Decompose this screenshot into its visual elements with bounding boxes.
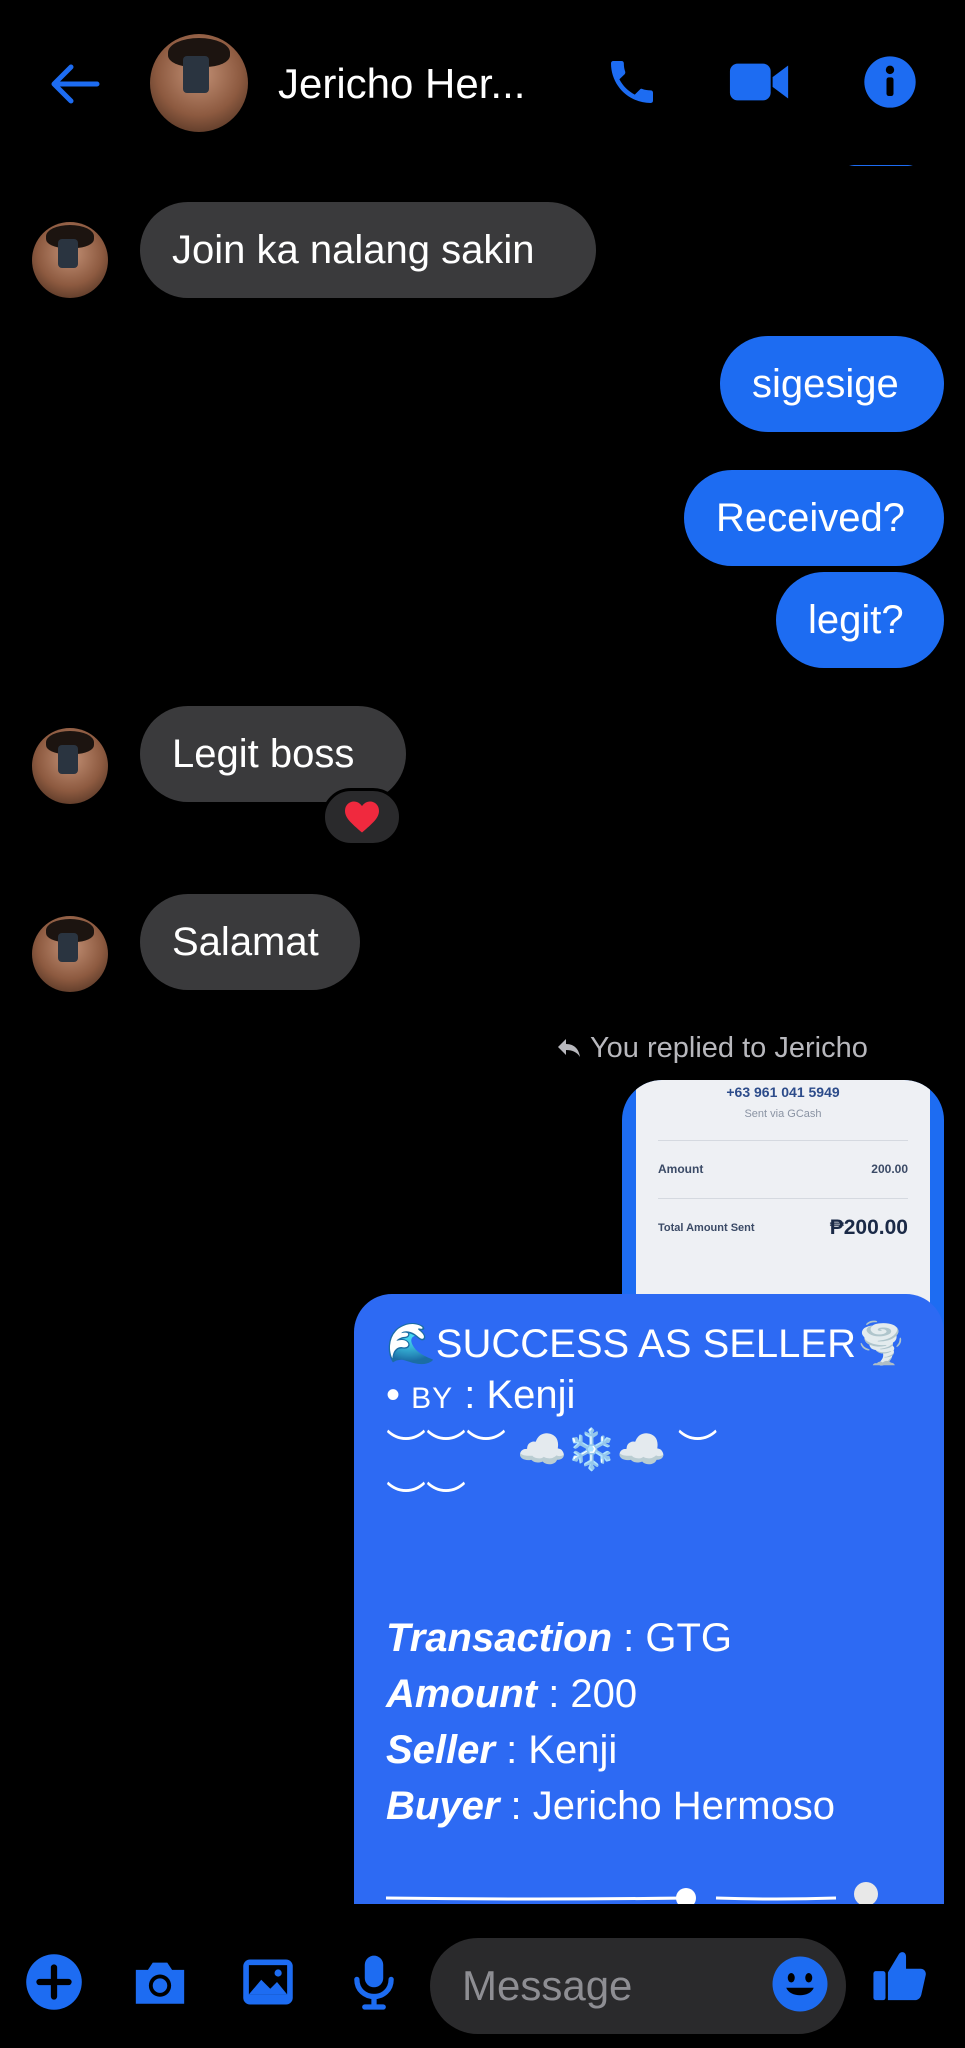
card-seller: Seller : Kenji [386, 1728, 618, 1772]
back-arrow-icon [51, 64, 100, 104]
info-icon [864, 56, 916, 108]
card-decoration-cutoff [386, 1864, 906, 1904]
microphone-icon [354, 1955, 394, 2010]
card-amount: Amount : 200 [386, 1672, 638, 1716]
chat-header: Jericho Her... [0, 0, 965, 165]
emoji-icon [772, 1956, 828, 2012]
outgoing-message[interactable]: legit? [776, 572, 944, 668]
reply-label-text: You replied to Jericho [590, 1032, 868, 1064]
gallery-button[interactable] [236, 1950, 300, 2014]
receipt-number: +63 961 041 5949 [726, 1084, 840, 1100]
emoji-button[interactable] [770, 1954, 830, 2014]
reply-arrow-icon [558, 1039, 580, 1057]
gallery-icon [243, 1959, 293, 2005]
video-call-button[interactable] [728, 50, 792, 114]
card-decoration: ︶︶ [386, 1480, 466, 1524]
receipt-amount-label: Amount [658, 1162, 704, 1176]
receipt-via: Sent via GCash [744, 1108, 822, 1120]
phone-icon [611, 61, 653, 103]
outgoing-transaction-message[interactable]: 🌊SUCCESS AS SELLER🌪️ • BY : Kenji ︶︶︶ ☁️… [354, 1294, 944, 1904]
contact-avatar-small[interactable] [32, 728, 108, 804]
heart-reaction[interactable] [322, 788, 402, 846]
outgoing-message[interactable]: sigesige [720, 336, 944, 432]
divider [658, 1140, 908, 1141]
video-camera-icon [729, 63, 789, 101]
heart-icon [345, 801, 379, 833]
divider [658, 1198, 908, 1199]
back-button[interactable] [44, 56, 106, 112]
receipt-total-value: ₱200.00 [829, 1216, 908, 1239]
message-placeholder: Message [462, 1962, 633, 2009]
contact-avatar[interactable] [150, 34, 248, 132]
reply-label: You replied to Jericho [556, 1030, 868, 1066]
card-transaction: Transaction : GTG [386, 1616, 732, 1660]
contact-avatar-small[interactable] [32, 222, 108, 298]
contact-name[interactable]: Jericho Her... [278, 58, 525, 110]
more-actions-button[interactable] [22, 1950, 86, 2014]
camera-icon [135, 1962, 185, 2004]
contact-avatar-small[interactable] [32, 916, 108, 992]
composer-bar: Message [0, 1904, 965, 2048]
card-buyer: Buyer : Jericho Hermoso [386, 1784, 836, 1828]
outgoing-message[interactable]: Received? [684, 470, 944, 566]
receipt-total-label: Total Amount Sent [658, 1222, 755, 1234]
card-title: 🌊SUCCESS AS SELLER🌪️ [386, 1322, 906, 1366]
voice-call-button[interactable] [600, 50, 664, 114]
card-by-line: • BY : Kenji [386, 1373, 576, 1417]
voice-message-button[interactable] [342, 1950, 406, 2014]
camera-button[interactable] [128, 1950, 192, 2014]
info-button[interactable] [858, 50, 922, 114]
card-decoration: ︶︶︶ ☁️❄️☁️ ︶ [386, 1428, 718, 1472]
incoming-message[interactable]: Salamat [140, 894, 360, 990]
plus-icon [26, 1954, 82, 2010]
like-button[interactable] [868, 1944, 932, 2008]
receipt-amount-value: 200.00 [871, 1162, 908, 1176]
thumbs-up-icon [873, 1952, 926, 2001]
incoming-message[interactable]: Join ka nalang sakin [140, 202, 596, 298]
